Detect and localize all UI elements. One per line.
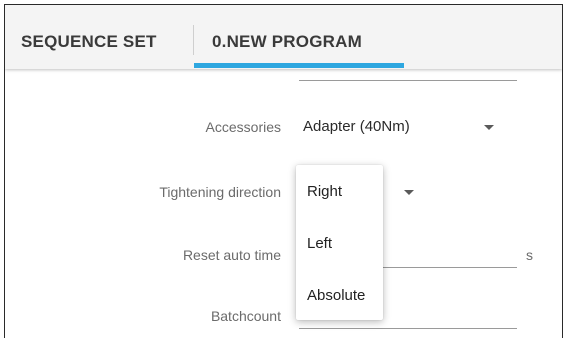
- tab-divider: [193, 25, 194, 55]
- option-left[interactable]: Left: [307, 235, 332, 252]
- option-right[interactable]: Right: [307, 183, 342, 200]
- accessories-select[interactable]: Adapter (40Nm): [303, 118, 410, 135]
- batchcount-label: Batchcount: [210, 308, 281, 324]
- option-absolute[interactable]: Absolute: [307, 287, 365, 304]
- accessories-dropdown-arrow-icon[interactable]: [484, 125, 494, 130]
- batchcount-input[interactable]: [299, 328, 517, 329]
- tightening-direction-menu: Right Left Absolute: [296, 165, 383, 320]
- accessories-label: Accessories: [205, 119, 281, 135]
- app-window: SEQUENCE SET 0.NEW PROGRAM Accessories A…: [4, 4, 563, 338]
- reset-auto-time-label: Reset auto time: [182, 247, 281, 263]
- tightening-direction-dropdown-arrow-icon[interactable]: [404, 190, 414, 195]
- tab-bar: SEQUENCE SET 0.NEW PROGRAM: [5, 5, 562, 69]
- program-form: Accessories Adapter (40Nm) Tightening di…: [5, 69, 562, 338]
- tab-sequence-set[interactable]: SEQUENCE SET: [21, 5, 157, 69]
- tab-new-program[interactable]: 0.NEW PROGRAM: [212, 5, 362, 69]
- reset-auto-time-unit: s: [526, 247, 533, 263]
- hidden-field-underline: [299, 80, 517, 81]
- active-tab-indicator: [194, 63, 404, 68]
- tightening-direction-label: Tightening direction: [159, 184, 281, 200]
